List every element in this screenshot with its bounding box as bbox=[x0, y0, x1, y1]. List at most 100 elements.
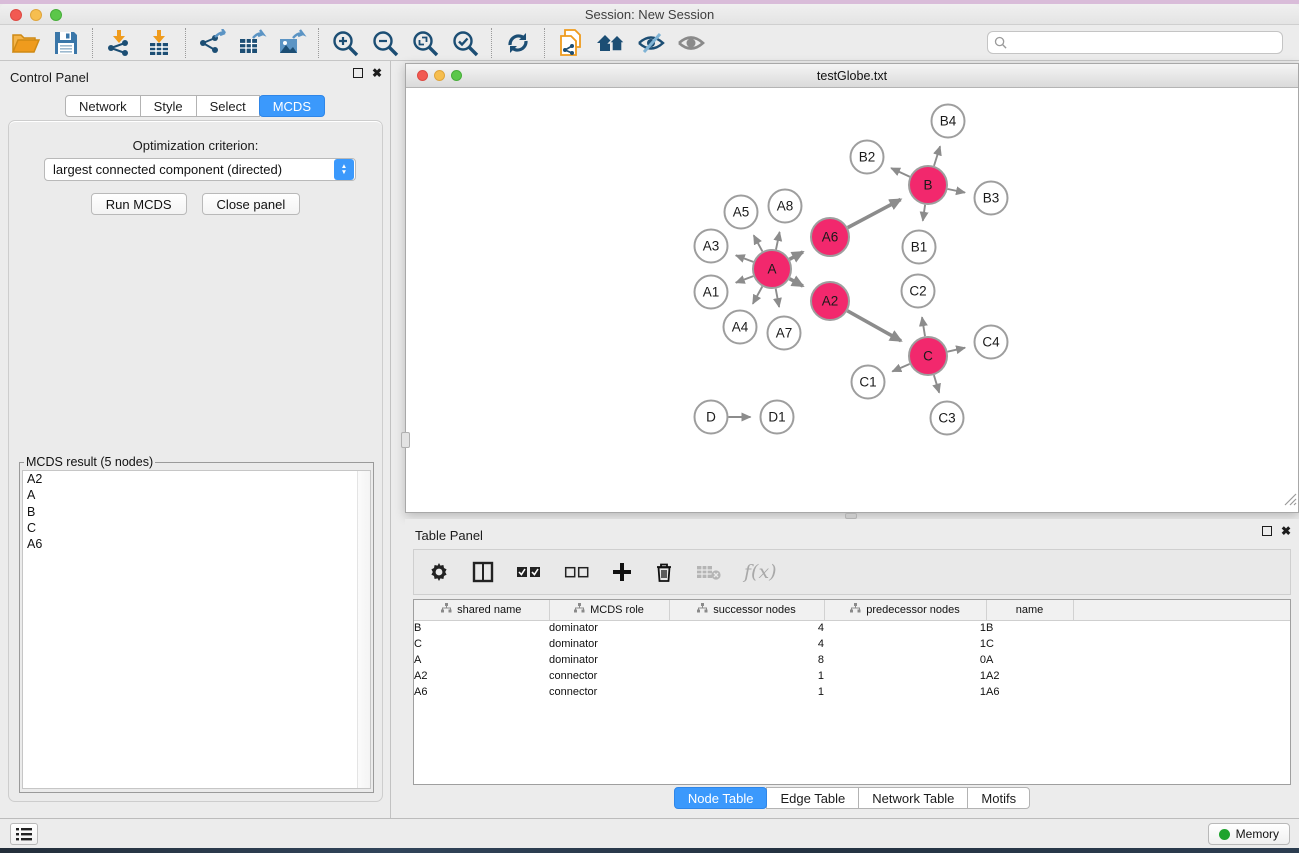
save-session-icon[interactable] bbox=[46, 27, 86, 59]
tab-edge-table[interactable]: Edge Table bbox=[766, 787, 859, 809]
table-cell[interactable]: A bbox=[986, 652, 1073, 668]
table-cell[interactable]: A2 bbox=[986, 668, 1073, 684]
table-cell[interactable]: 1 bbox=[669, 684, 824, 700]
table-cell[interactable]: B bbox=[986, 620, 1073, 636]
column-layout-icon[interactable] bbox=[472, 561, 494, 583]
edge-A-A4[interactable] bbox=[753, 287, 763, 304]
table-row[interactable]: Bdominator41B bbox=[414, 620, 1290, 636]
edge-A-A8[interactable] bbox=[776, 232, 780, 249]
export-image-icon[interactable] bbox=[272, 27, 312, 59]
edge-A-A6[interactable] bbox=[790, 252, 803, 259]
table-cell[interactable]: B bbox=[414, 620, 549, 636]
hide-detail-eye-icon[interactable] bbox=[631, 27, 671, 59]
open-session-icon[interactable] bbox=[6, 27, 46, 59]
edge-A-A1[interactable] bbox=[736, 276, 754, 283]
table-cell[interactable]: 1 bbox=[824, 668, 986, 684]
network-canvas[interactable]: B4B2BB3A8A5A6A3B1AA1C2A2A4A7C4CC1C3DD1 bbox=[406, 88, 1298, 512]
table-cell[interactable] bbox=[1073, 684, 1290, 700]
table-cell[interactable] bbox=[1073, 668, 1290, 684]
zoom-in-icon[interactable] bbox=[325, 27, 365, 59]
select-all-checks-icon[interactable] bbox=[516, 565, 542, 579]
splitter-grip-vertical[interactable] bbox=[401, 432, 410, 448]
zoom-fit-icon[interactable] bbox=[405, 27, 445, 59]
edge-C-C4[interactable] bbox=[948, 348, 966, 352]
table-cell[interactable]: A6 bbox=[986, 684, 1073, 700]
refresh-icon[interactable] bbox=[498, 27, 538, 59]
edge-A2-C[interactable] bbox=[847, 311, 901, 341]
table-cell[interactable]: 1 bbox=[824, 684, 986, 700]
edge-A-A2[interactable] bbox=[790, 279, 803, 286]
delete-column-icon[interactable] bbox=[654, 561, 674, 583]
home-icon[interactable] bbox=[591, 27, 631, 59]
table-cell[interactable]: A bbox=[414, 652, 549, 668]
add-column-icon[interactable] bbox=[612, 562, 632, 582]
edge-A-A7[interactable] bbox=[776, 289, 779, 307]
close-table-panel-icon[interactable]: ✖ bbox=[1281, 526, 1291, 536]
edge-B-B2[interactable] bbox=[891, 168, 910, 177]
search-input[interactable] bbox=[1011, 36, 1276, 50]
table-cell[interactable]: connector bbox=[549, 684, 669, 700]
tab-mcds[interactable]: MCDS bbox=[259, 95, 325, 117]
table-cell[interactable] bbox=[1073, 620, 1290, 636]
column-header-predecessor-nodes[interactable]: predecessor nodes bbox=[824, 600, 986, 620]
result-scrollbar[interactable] bbox=[357, 471, 370, 788]
table-cell[interactable]: 1 bbox=[824, 636, 986, 652]
optimization-criterion-select[interactable]: largest connected component (directed) ▲… bbox=[44, 158, 356, 181]
table-cell[interactable]: 1 bbox=[669, 668, 824, 684]
table-cell[interactable]: 8 bbox=[669, 652, 824, 668]
session-document-icon[interactable] bbox=[551, 27, 591, 59]
table-cell[interactable]: 4 bbox=[669, 636, 824, 652]
table-cell[interactable]: 4 bbox=[669, 620, 824, 636]
edge-C-C3[interactable] bbox=[934, 375, 939, 393]
memory-button[interactable]: Memory bbox=[1208, 823, 1290, 845]
table-cell[interactable]: 1 bbox=[824, 620, 986, 636]
result-item[interactable]: C bbox=[23, 520, 370, 536]
close-panel-icon[interactable]: ✖ bbox=[372, 68, 382, 78]
edge-B-B1[interactable] bbox=[923, 205, 925, 221]
close-panel-button[interactable]: Close panel bbox=[202, 193, 301, 215]
result-item[interactable]: A bbox=[23, 487, 370, 503]
table-cell[interactable]: dominator bbox=[549, 652, 669, 668]
edge-C-C1[interactable] bbox=[892, 364, 909, 372]
table-cell[interactable]: dominator bbox=[549, 620, 669, 636]
settings-gear-icon[interactable] bbox=[428, 561, 450, 583]
edge-B-B3[interactable] bbox=[948, 189, 965, 193]
table-row[interactable]: Cdominator41C bbox=[414, 636, 1290, 652]
import-network-icon[interactable] bbox=[99, 27, 139, 59]
column-header-name[interactable]: name bbox=[986, 600, 1073, 620]
window-resize-handle[interactable] bbox=[1282, 491, 1297, 511]
deselect-all-checks-icon[interactable] bbox=[564, 565, 590, 579]
edge-A-A5[interactable] bbox=[754, 235, 763, 251]
table-cell[interactable]: dominator bbox=[549, 636, 669, 652]
column-header-MCDS-role[interactable]: MCDS role bbox=[549, 600, 669, 620]
float-panel-icon[interactable] bbox=[353, 68, 363, 78]
tab-network-table[interactable]: Network Table bbox=[858, 787, 968, 809]
result-item[interactable]: A6 bbox=[23, 536, 370, 552]
search-field[interactable] bbox=[987, 31, 1283, 54]
edge-A6-B[interactable] bbox=[848, 200, 901, 228]
edge-B-B4[interactable] bbox=[934, 146, 940, 166]
network-window-titlebar[interactable]: testGlobe.txt bbox=[406, 64, 1298, 88]
export-table-icon[interactable] bbox=[232, 27, 272, 59]
zoom-out-icon[interactable] bbox=[365, 27, 405, 59]
table-row[interactable]: Adominator80A bbox=[414, 652, 1290, 668]
edge-A-A3[interactable] bbox=[736, 255, 754, 262]
tab-network[interactable]: Network bbox=[65, 95, 141, 117]
table-cell[interactable]: A6 bbox=[414, 684, 549, 700]
zoom-selected-icon[interactable] bbox=[445, 27, 485, 59]
table-cell[interactable] bbox=[1073, 652, 1290, 668]
export-network-icon[interactable] bbox=[192, 27, 232, 59]
result-item[interactable]: A2 bbox=[23, 471, 370, 487]
result-item[interactable]: B bbox=[23, 504, 370, 520]
show-detail-eye-icon[interactable] bbox=[671, 27, 711, 59]
tab-select[interactable]: Select bbox=[196, 95, 260, 117]
table-cell[interactable]: A2 bbox=[414, 668, 549, 684]
edge-C-C2[interactable] bbox=[922, 317, 925, 336]
column-header-successor-nodes[interactable]: successor nodes bbox=[669, 600, 824, 620]
dropdown-stepper-icon[interactable]: ▲▼ bbox=[334, 159, 354, 180]
table-cell[interactable]: C bbox=[986, 636, 1073, 652]
tab-style[interactable]: Style bbox=[140, 95, 197, 117]
tab-node-table[interactable]: Node Table bbox=[674, 787, 768, 809]
column-header-shared-name[interactable]: shared name bbox=[414, 600, 549, 620]
table-row[interactable]: A6connector11A6 bbox=[414, 684, 1290, 700]
